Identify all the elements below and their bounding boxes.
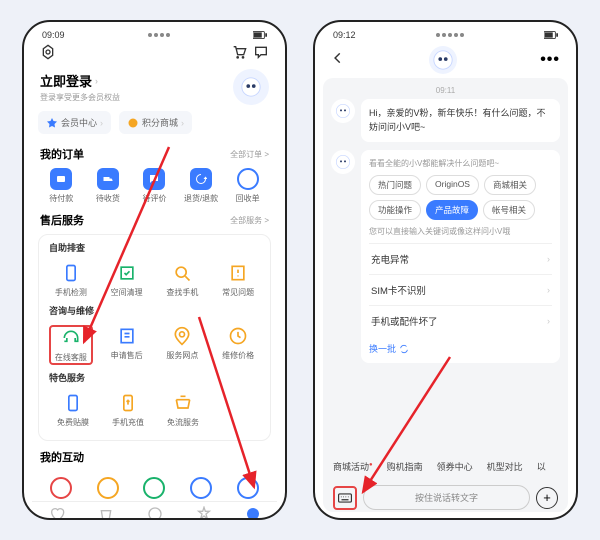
order-review[interactable]: 待评价	[132, 168, 176, 204]
voice-input[interactable]: 按住说话转文字	[363, 485, 530, 510]
online-service[interactable]: 在线客服	[49, 325, 93, 365]
after-title: 售后服务	[40, 212, 84, 228]
order-pending-pay[interactable]: 待付款	[39, 168, 83, 204]
right-phone: 09:12 ••• 09:11 Hi，亲爱的V粉，新年快乐！有什么问题，不妨问问…	[313, 20, 578, 520]
greeting-bubble: Hi，亲爱的V粉，新年快乐！有什么问题，不妨问问小V吧~	[361, 99, 560, 142]
orders-grid: 待付款 待收货 待评价 退货/退款 回收单	[38, 168, 271, 210]
order-refund[interactable]: 退货/退款	[179, 168, 223, 204]
battery-icon	[253, 31, 267, 39]
points-mall-pill[interactable]: 积分商城›	[119, 111, 192, 134]
order-shipping[interactable]: 待收货	[86, 168, 130, 204]
add-button[interactable]: +	[536, 487, 558, 509]
login-prompt[interactable]: 立即登录›	[40, 71, 120, 90]
orders-title: 我的订单	[40, 146, 84, 162]
quick-links: 商城活动● 购机指南 领券中心 机型对比 以	[331, 454, 560, 479]
left-phone: 09:09 立即登录› 登录享受更多会员权益 会员中心› 积分商城› 我的订单全…	[22, 20, 287, 520]
back-icon[interactable]	[331, 51, 345, 70]
keyboard-button[interactable]	[333, 486, 357, 510]
message-icon[interactable]	[253, 44, 269, 65]
status-bar: 09:09	[32, 28, 277, 44]
cart-icon[interactable]	[231, 44, 247, 65]
nav-mine[interactable]: 我的	[245, 506, 261, 520]
bot-avatar	[331, 99, 355, 123]
order-recycle[interactable]: 回收单	[226, 168, 270, 204]
settings-icon[interactable]	[40, 44, 56, 65]
suggestion-card: 看看全能的小V都能解决什么问题吧~ 热门问题 OriginOS 商城相关 功能操…	[361, 150, 560, 363]
more-icon[interactable]: •••	[540, 51, 560, 69]
chip-product-fault[interactable]: 产品故障	[426, 200, 478, 220]
swap-batch[interactable]: 换一批	[369, 336, 552, 355]
bottom-nav: 精选 选购 社区 会员 我的	[32, 501, 277, 520]
all-orders-link[interactable]: 全部订单 >	[230, 149, 269, 160]
avatar[interactable]	[233, 69, 269, 105]
member-center-pill[interactable]: 会员中心›	[38, 111, 111, 134]
status-time: 09:09	[42, 30, 65, 40]
